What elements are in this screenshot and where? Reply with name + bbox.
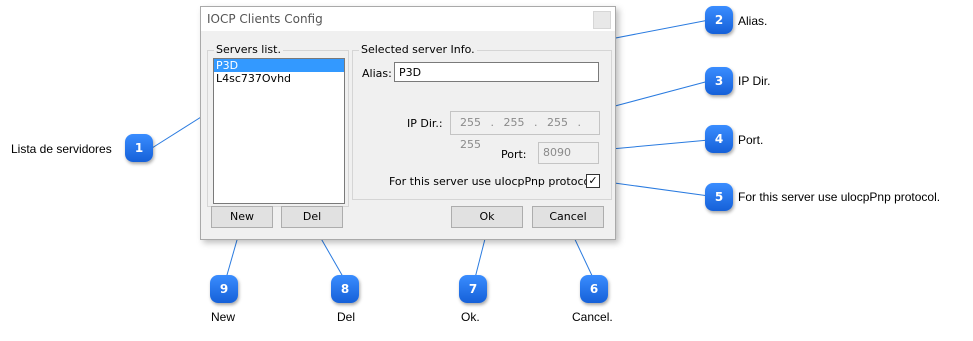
ip-separator: .	[577, 116, 582, 129]
ip-octet-2: 255	[503, 116, 525, 129]
callout-badge-8: 8	[331, 275, 359, 303]
callout-text-1: Lista de servidores	[11, 142, 112, 156]
cancel-button[interactable]: Cancel	[532, 206, 604, 228]
callout-text-6: Cancel.	[572, 310, 613, 324]
callout-badge-9: 9	[210, 275, 238, 303]
ok-button[interactable]: Ok	[451, 206, 523, 228]
port-input[interactable]: 8090	[538, 142, 599, 164]
alias-label: Alias:	[362, 67, 392, 80]
callout-text-2: Alias.	[738, 14, 768, 28]
iocp-clients-config-dialog: IOCP Clients Config Servers list. P3D L4…	[200, 6, 616, 240]
callout-badge-2: 2	[705, 6, 733, 34]
callout-badge-3: 3	[705, 67, 733, 95]
ip-octet-4: 255	[460, 138, 481, 151]
callout-text-8: Del	[337, 310, 356, 324]
ip-octet-3: 255	[547, 116, 568, 129]
callout-badge-1: 1	[125, 134, 153, 162]
alias-input[interactable]: P3D	[394, 62, 599, 82]
protocol-label: For this server use uIocpPnp protocol:	[389, 175, 597, 188]
info-group-label: Selected server Info.	[359, 43, 477, 56]
callout-badge-5: 5	[705, 183, 733, 211]
close-button[interactable]	[593, 11, 611, 29]
port-label: Port:	[501, 148, 527, 161]
dialog-title: IOCP Clients Config	[207, 12, 323, 26]
connector-4	[599, 139, 710, 151]
ipdir-label: IP Dir.:	[407, 117, 443, 130]
callout-text-5: For this server use ulocpPnp protocol.	[738, 190, 941, 204]
ip-separator: .	[534, 116, 538, 129]
ip-address-field[interactable]: 255 . 255 . 255 . 255	[450, 111, 600, 151]
ip-octet-1: 255	[460, 116, 481, 129]
callout-badge-6: 6	[580, 275, 608, 303]
connector-5	[599, 180, 710, 197]
callout-text-7: Ok.	[461, 310, 480, 324]
callout-text-9: New	[211, 310, 236, 324]
list-item[interactable]: L4sc737Ovhd	[214, 72, 344, 85]
ip-separator: .	[490, 116, 495, 129]
servers-group-label: Servers list.	[214, 43, 283, 56]
callout-text-4: Port.	[738, 133, 764, 147]
callout-text-3: IP Dir.	[738, 74, 771, 88]
connector-3	[599, 80, 710, 111]
del-button[interactable]: Del	[281, 206, 343, 228]
protocol-checkbox[interactable]: ✓	[586, 174, 600, 188]
callout-badge-7: 7	[459, 275, 487, 303]
new-button[interactable]: New	[211, 206, 273, 228]
title-bar[interactable]: IOCP Clients Config	[201, 7, 615, 31]
list-item[interactable]: P3D	[214, 59, 344, 72]
callout-badge-4: 4	[705, 125, 733, 153]
servers-listbox[interactable]: P3D L4sc737Ovhd	[213, 58, 345, 204]
